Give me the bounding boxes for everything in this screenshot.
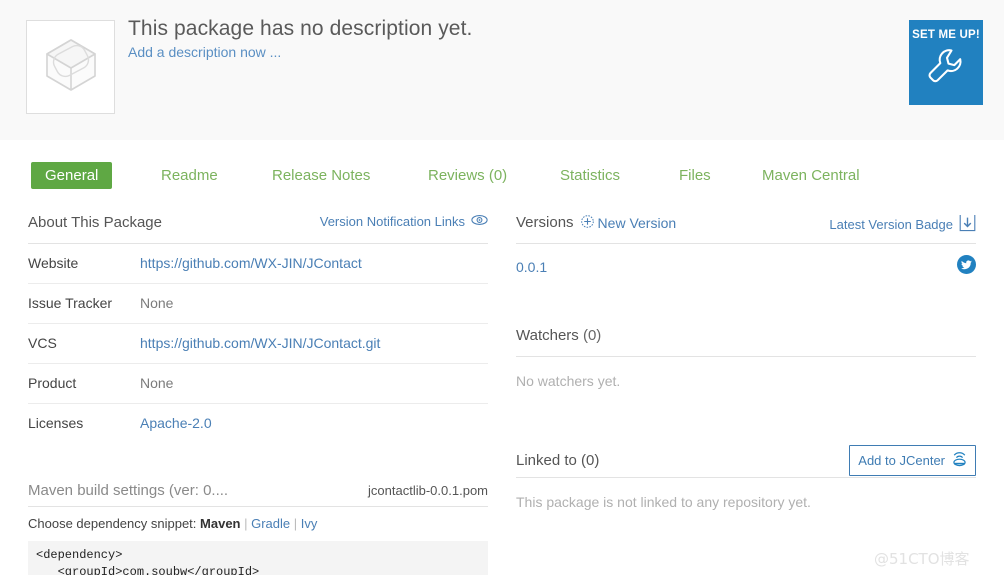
add-to-jcenter-label: Add to JCenter [858,453,945,468]
twitter-icon[interactable] [957,255,976,279]
snippet-option-gradle[interactable]: Gradle [251,516,290,531]
versions-title-group: Versions New Version [516,214,676,231]
maven-pom-filename: jcontactlib-0.0.1.pom [368,483,488,498]
watchers-empty-text: No watchers yet. [516,373,621,389]
add-to-jcenter-button[interactable]: Add to JCenter [849,445,976,476]
tab-readme[interactable]: Readme [161,162,218,189]
watchers-section-header: Watchers (0) [516,327,976,357]
right-column: Versions New Version Latest Version Badg… [516,214,976,510]
snippet-option-ivy[interactable]: Ivy [301,516,318,531]
about-title: About This Package [28,214,162,231]
about-row-vcs: VCS https://github.com/WX-JIN/JContact.g… [28,324,488,364]
about-key-licenses: Licenses [28,415,84,431]
about-value-licenses[interactable]: Apache-2.0 [140,415,212,431]
eye-icon [471,214,488,229]
maven-section-header: Maven build settings (ver: 0.... jcontac… [28,482,488,507]
broadcast-icon [950,449,969,472]
watermark: @51CTO博客 [874,550,970,568]
watchers-title-group: Watchers (0) [516,327,601,344]
tab-statistics[interactable]: Statistics [560,162,620,189]
version-row: 0.0.1 [516,244,976,284]
tab-reviews[interactable]: Reviews (0) [428,162,507,189]
wrench-icon [926,45,966,92]
about-value-website[interactable]: https://github.com/WX-JIN/JContact [140,255,362,271]
about-value-issue-tracker: None [140,295,174,311]
new-version-action[interactable]: New Version [580,214,677,231]
dependency-code-snippet[interactable]: <dependency> <groupId>com.soubw</groupId… [28,541,488,575]
package-description-title: This package has no description yet. [128,17,473,40]
about-key-issue-tracker: Issue Tracker [28,295,113,311]
new-version-label: New Version [597,214,677,231]
about-section-header: About This Package Version Notification … [28,214,488,244]
linked-empty-text: This package is not linked to any reposi… [516,494,811,510]
version-notification-links-label: Version Notification Links [319,214,465,229]
maven-title: Maven build settings (ver: 0.... [28,482,229,499]
version-name[interactable]: 0.0.1 [516,259,547,275]
watchers-title: Watchers [516,327,579,344]
latest-version-badge-action[interactable]: Latest Version Badge [829,214,976,235]
about-key-product: Product [28,375,77,391]
dependency-snippet-selector: Choose dependency snippet: Maven | Gradl… [28,516,318,531]
about-value-product: None [140,375,174,391]
main-tabs: General Readme Release Notes Reviews (0)… [0,162,1004,198]
versions-title: Versions [516,214,574,231]
about-row-issue-tracker: Issue Tracker None [28,284,488,324]
versions-section-header: Versions New Version Latest Version Badg… [516,214,976,244]
maven-build-settings-section: Maven build settings (ver: 0.... jcontac… [28,482,488,575]
set-me-up-label: SET ME UP! [912,29,980,41]
package-page: This package has no description yet. Add… [0,0,1004,575]
package-cube-icon [40,34,102,101]
add-description-link[interactable]: Add a description now ... [128,44,281,60]
tab-general[interactable]: General [31,162,113,189]
about-this-package-section: About This Package Version Notification … [28,214,488,444]
dependency-snippet-label: Choose dependency snippet: [28,516,197,531]
about-row-licenses: Licenses Apache-2.0 [28,404,488,444]
plus-circle-icon [580,214,594,231]
version-notification-links-action[interactable]: Version Notification Links [320,214,488,229]
about-row-product: Product None [28,364,488,404]
tab-maven-central[interactable]: Maven Central [762,162,860,189]
snippet-option-maven[interactable]: Maven [200,516,240,531]
linked-section-header: Linked to (0) Add to JCenter [516,444,976,478]
about-value-vcs[interactable]: https://github.com/WX-JIN/JContact.git [140,335,380,351]
package-icon-box [26,20,115,114]
about-row-website: Website https://github.com/WX-JIN/JConta… [28,244,488,284]
tab-files[interactable]: Files [679,162,711,189]
watchers-count: (0) [582,327,602,344]
about-key-vcs: VCS [28,335,57,351]
latest-version-badge-label: Latest Version Badge [829,217,953,232]
about-key-website: Website [28,255,79,271]
set-me-up-button[interactable]: SET ME UP! [909,20,983,105]
linked-title: Linked to (0) [516,452,600,469]
download-tray-icon [959,214,976,235]
page-header: This package has no description yet. Add… [0,0,1004,140]
tab-release-notes[interactable]: Release Notes [272,162,370,189]
